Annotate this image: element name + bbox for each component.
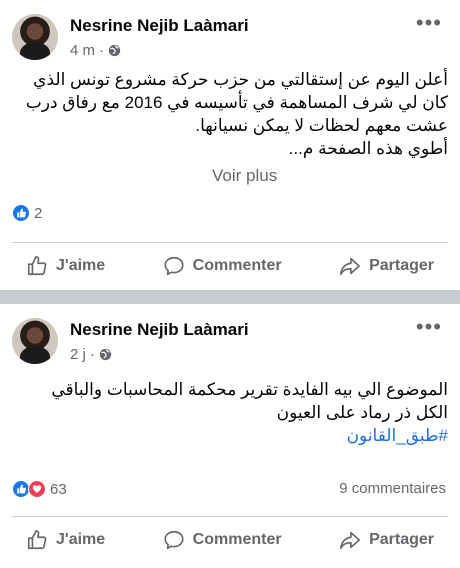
feed-separator [0, 290, 460, 304]
reaction-count: 63 [50, 480, 67, 498]
post-header: Nesrine Nejib Laàmari 4 m · ••• [12, 12, 448, 64]
like-label: J'aime [56, 531, 106, 548]
post-text-line: أعلن اليوم عن إستقالتي من حزب حركة مشروع… [33, 70, 448, 89]
thumbs-up-icon [27, 256, 47, 276]
share-button[interactable]: Partager [325, 246, 448, 286]
comment-label: Commenter [192, 531, 282, 548]
like-reaction-icon [12, 204, 30, 222]
comment-bubble-icon [164, 530, 184, 550]
reactions-summary[interactable]: 63 [12, 480, 67, 498]
thumbs-up-icon [27, 530, 47, 550]
feed-post: Nesrine Nejib Laàmari 4 m · ••• أعلن الي… [0, 0, 460, 290]
globe-icon [99, 348, 112, 361]
post-time[interactable]: 4 m [70, 42, 95, 59]
post-text-line: عشت معهم لحظات لا يمكن نسيانها. [195, 116, 448, 135]
post-stats: 2 [12, 204, 448, 226]
divider [12, 516, 448, 517]
post-text-line: كان لي شرف المساهمة في تأسيسه في 2016 مع… [25, 93, 448, 112]
like-label: J'aime [56, 257, 106, 274]
post-actions: J'aime Commenter Partager [12, 520, 448, 560]
post-stats: 63 9 commentaires [12, 480, 448, 502]
post-time[interactable]: 2 j [70, 346, 86, 363]
post-text-line: الموضوع الي بيه الفايدة تقرير محكمة المح… [51, 380, 448, 399]
post-text-line: الكل ذر رماد على العيون [276, 403, 448, 422]
divider [12, 242, 448, 243]
author-name[interactable]: Nesrine Nejib Laàmari [70, 16, 249, 36]
comment-button[interactable]: Commenter [149, 520, 296, 560]
post-meta: 2 j · [70, 346, 112, 363]
like-button[interactable]: J'aime [12, 520, 119, 560]
comment-bubble-icon [164, 256, 184, 276]
more-dots-icon[interactable]: ••• [416, 12, 442, 34]
share-label: Partager [369, 531, 434, 548]
post-text: أعلن اليوم عن إستقالتي من حزب حركة مشروع… [8, 68, 448, 160]
post-meta: 4 m · [70, 42, 121, 59]
see-more-link[interactable]: Voir plus [212, 166, 277, 186]
love-reaction-icon [28, 480, 46, 498]
post-actions: J'aime Commenter Partager [12, 246, 448, 286]
share-arrow-icon [340, 257, 361, 276]
share-label: Partager [369, 257, 434, 274]
reactions-summary[interactable]: 2 [12, 204, 42, 222]
hashtag-link[interactable]: #طبق_القانون [8, 424, 448, 447]
globe-icon [108, 44, 121, 57]
feed-post: Nesrine Nejib Laàmari 2 j · ••• الموضوع … [0, 304, 460, 568]
post-header: Nesrine Nejib Laàmari 2 j · ••• [12, 316, 448, 368]
author-name[interactable]: Nesrine Nejib Laàmari [70, 320, 249, 340]
post-text-line: أطوي هذه الصفحة م... [288, 139, 448, 158]
reaction-count: 2 [34, 204, 43, 222]
share-button[interactable]: Partager [325, 520, 448, 560]
more-dots-icon[interactable]: ••• [416, 316, 442, 338]
share-arrow-icon [340, 531, 361, 550]
post-text: الموضوع الي بيه الفايدة تقرير محكمة المح… [8, 378, 448, 447]
avatar[interactable] [12, 318, 58, 364]
comments-count[interactable]: 9 commentaires [339, 480, 446, 497]
comment-label: Commenter [192, 257, 282, 274]
comment-button[interactable]: Commenter [149, 246, 296, 286]
avatar[interactable] [12, 14, 58, 60]
like-button[interactable]: J'aime [12, 246, 119, 286]
